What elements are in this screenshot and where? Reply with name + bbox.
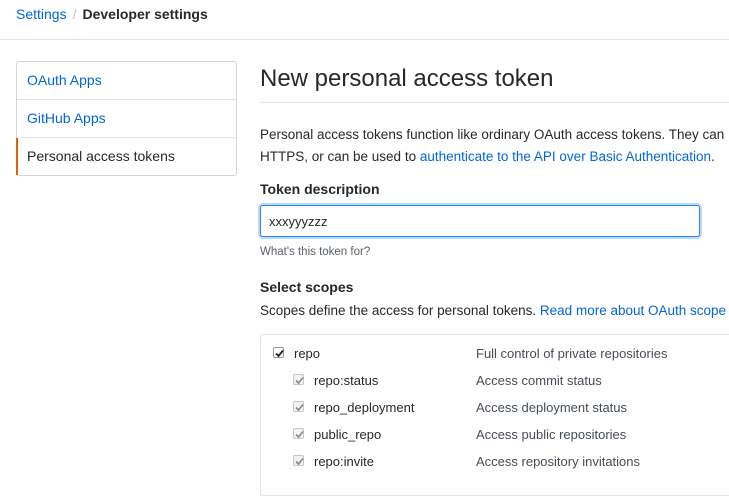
intro-line-2-suffix: . bbox=[711, 149, 715, 164]
scope-checkbox-repo-deployment[interactable] bbox=[293, 401, 304, 412]
scope-row-repo-status: repo:status Access commit status bbox=[261, 367, 729, 394]
scope-description: Access commit status bbox=[476, 373, 602, 388]
scope-row-repo-deployment: repo_deployment Access deployment status bbox=[261, 394, 729, 421]
scopes-description-text: Scopes define the access for personal to… bbox=[260, 303, 540, 318]
scope-checkbox-repo-invite[interactable] bbox=[293, 455, 304, 466]
intro-line-2-prefix: HTTPS, or can be used to bbox=[260, 149, 420, 164]
oauth-scopes-link[interactable]: Read more about OAuth scope bbox=[540, 303, 726, 318]
header-divider bbox=[0, 39, 729, 40]
sidebar-item-github-apps[interactable]: GitHub Apps bbox=[17, 100, 236, 138]
title-divider bbox=[260, 102, 729, 103]
scopes-description: Scopes define the access for personal to… bbox=[260, 303, 726, 318]
scope-row-repo-invite: repo:invite Access repository invitation… bbox=[261, 448, 729, 475]
scope-checkbox-repo-status[interactable] bbox=[293, 374, 304, 385]
checkmark-icon bbox=[295, 430, 304, 439]
breadcrumb-separator: / bbox=[72, 6, 77, 22]
scope-description: Access public repositories bbox=[476, 427, 627, 442]
intro-text: Personal access tokens function like ord… bbox=[260, 124, 729, 168]
intro-line-2: HTTPS, or can be used to authenticate to… bbox=[260, 146, 729, 168]
page-title: New personal access token bbox=[260, 65, 554, 92]
sidebar-item-oauth-apps[interactable]: OAuth Apps bbox=[17, 62, 236, 100]
breadcrumb-current: Developer settings bbox=[82, 6, 208, 22]
checkmark-icon bbox=[295, 457, 304, 466]
scope-name: repo:status bbox=[314, 373, 379, 388]
scope-checkbox-repo[interactable] bbox=[273, 347, 284, 358]
scope-description: Access repository invitations bbox=[476, 454, 641, 469]
token-description-hint: What's this token for? bbox=[260, 246, 371, 258]
scope-description: Full control of private repositories bbox=[476, 346, 668, 361]
select-scopes-label: Select scopes bbox=[260, 279, 354, 295]
intro-line-1: Personal access tokens function like ord… bbox=[260, 127, 725, 142]
scope-name: public_repo bbox=[314, 427, 382, 442]
token-description-input[interactable] bbox=[260, 205, 700, 237]
scope-description: Access deployment status bbox=[476, 400, 628, 415]
scope-name: repo bbox=[294, 346, 321, 361]
checkmark-icon bbox=[295, 403, 304, 412]
breadcrumb-settings-link[interactable]: Settings bbox=[16, 6, 67, 22]
developer-settings-sidebar: OAuth Apps GitHub Apps Personal access t… bbox=[16, 61, 237, 176]
scope-row-repo: repo Full control of private repositorie… bbox=[261, 340, 729, 367]
scope-checkbox-public-repo[interactable] bbox=[293, 428, 304, 439]
basic-auth-link[interactable]: authenticate to the API over Basic Authe… bbox=[420, 149, 711, 164]
checkmark-icon bbox=[295, 376, 304, 385]
breadcrumb: Settings / Developer settings bbox=[16, 5, 208, 23]
scopes-list: repo Full control of private repositorie… bbox=[260, 334, 729, 496]
scope-row-public-repo: public_repo Access public repositories bbox=[261, 421, 729, 448]
checkmark-icon bbox=[275, 349, 284, 358]
scope-name: repo:invite bbox=[314, 454, 374, 469]
main-content: New personal access token Personal acces… bbox=[260, 62, 729, 496]
sidebar-item-personal-access-tokens[interactable]: Personal access tokens bbox=[16, 138, 236, 175]
token-description-label: Token description bbox=[260, 181, 380, 197]
scope-name: repo_deployment bbox=[314, 400, 415, 415]
